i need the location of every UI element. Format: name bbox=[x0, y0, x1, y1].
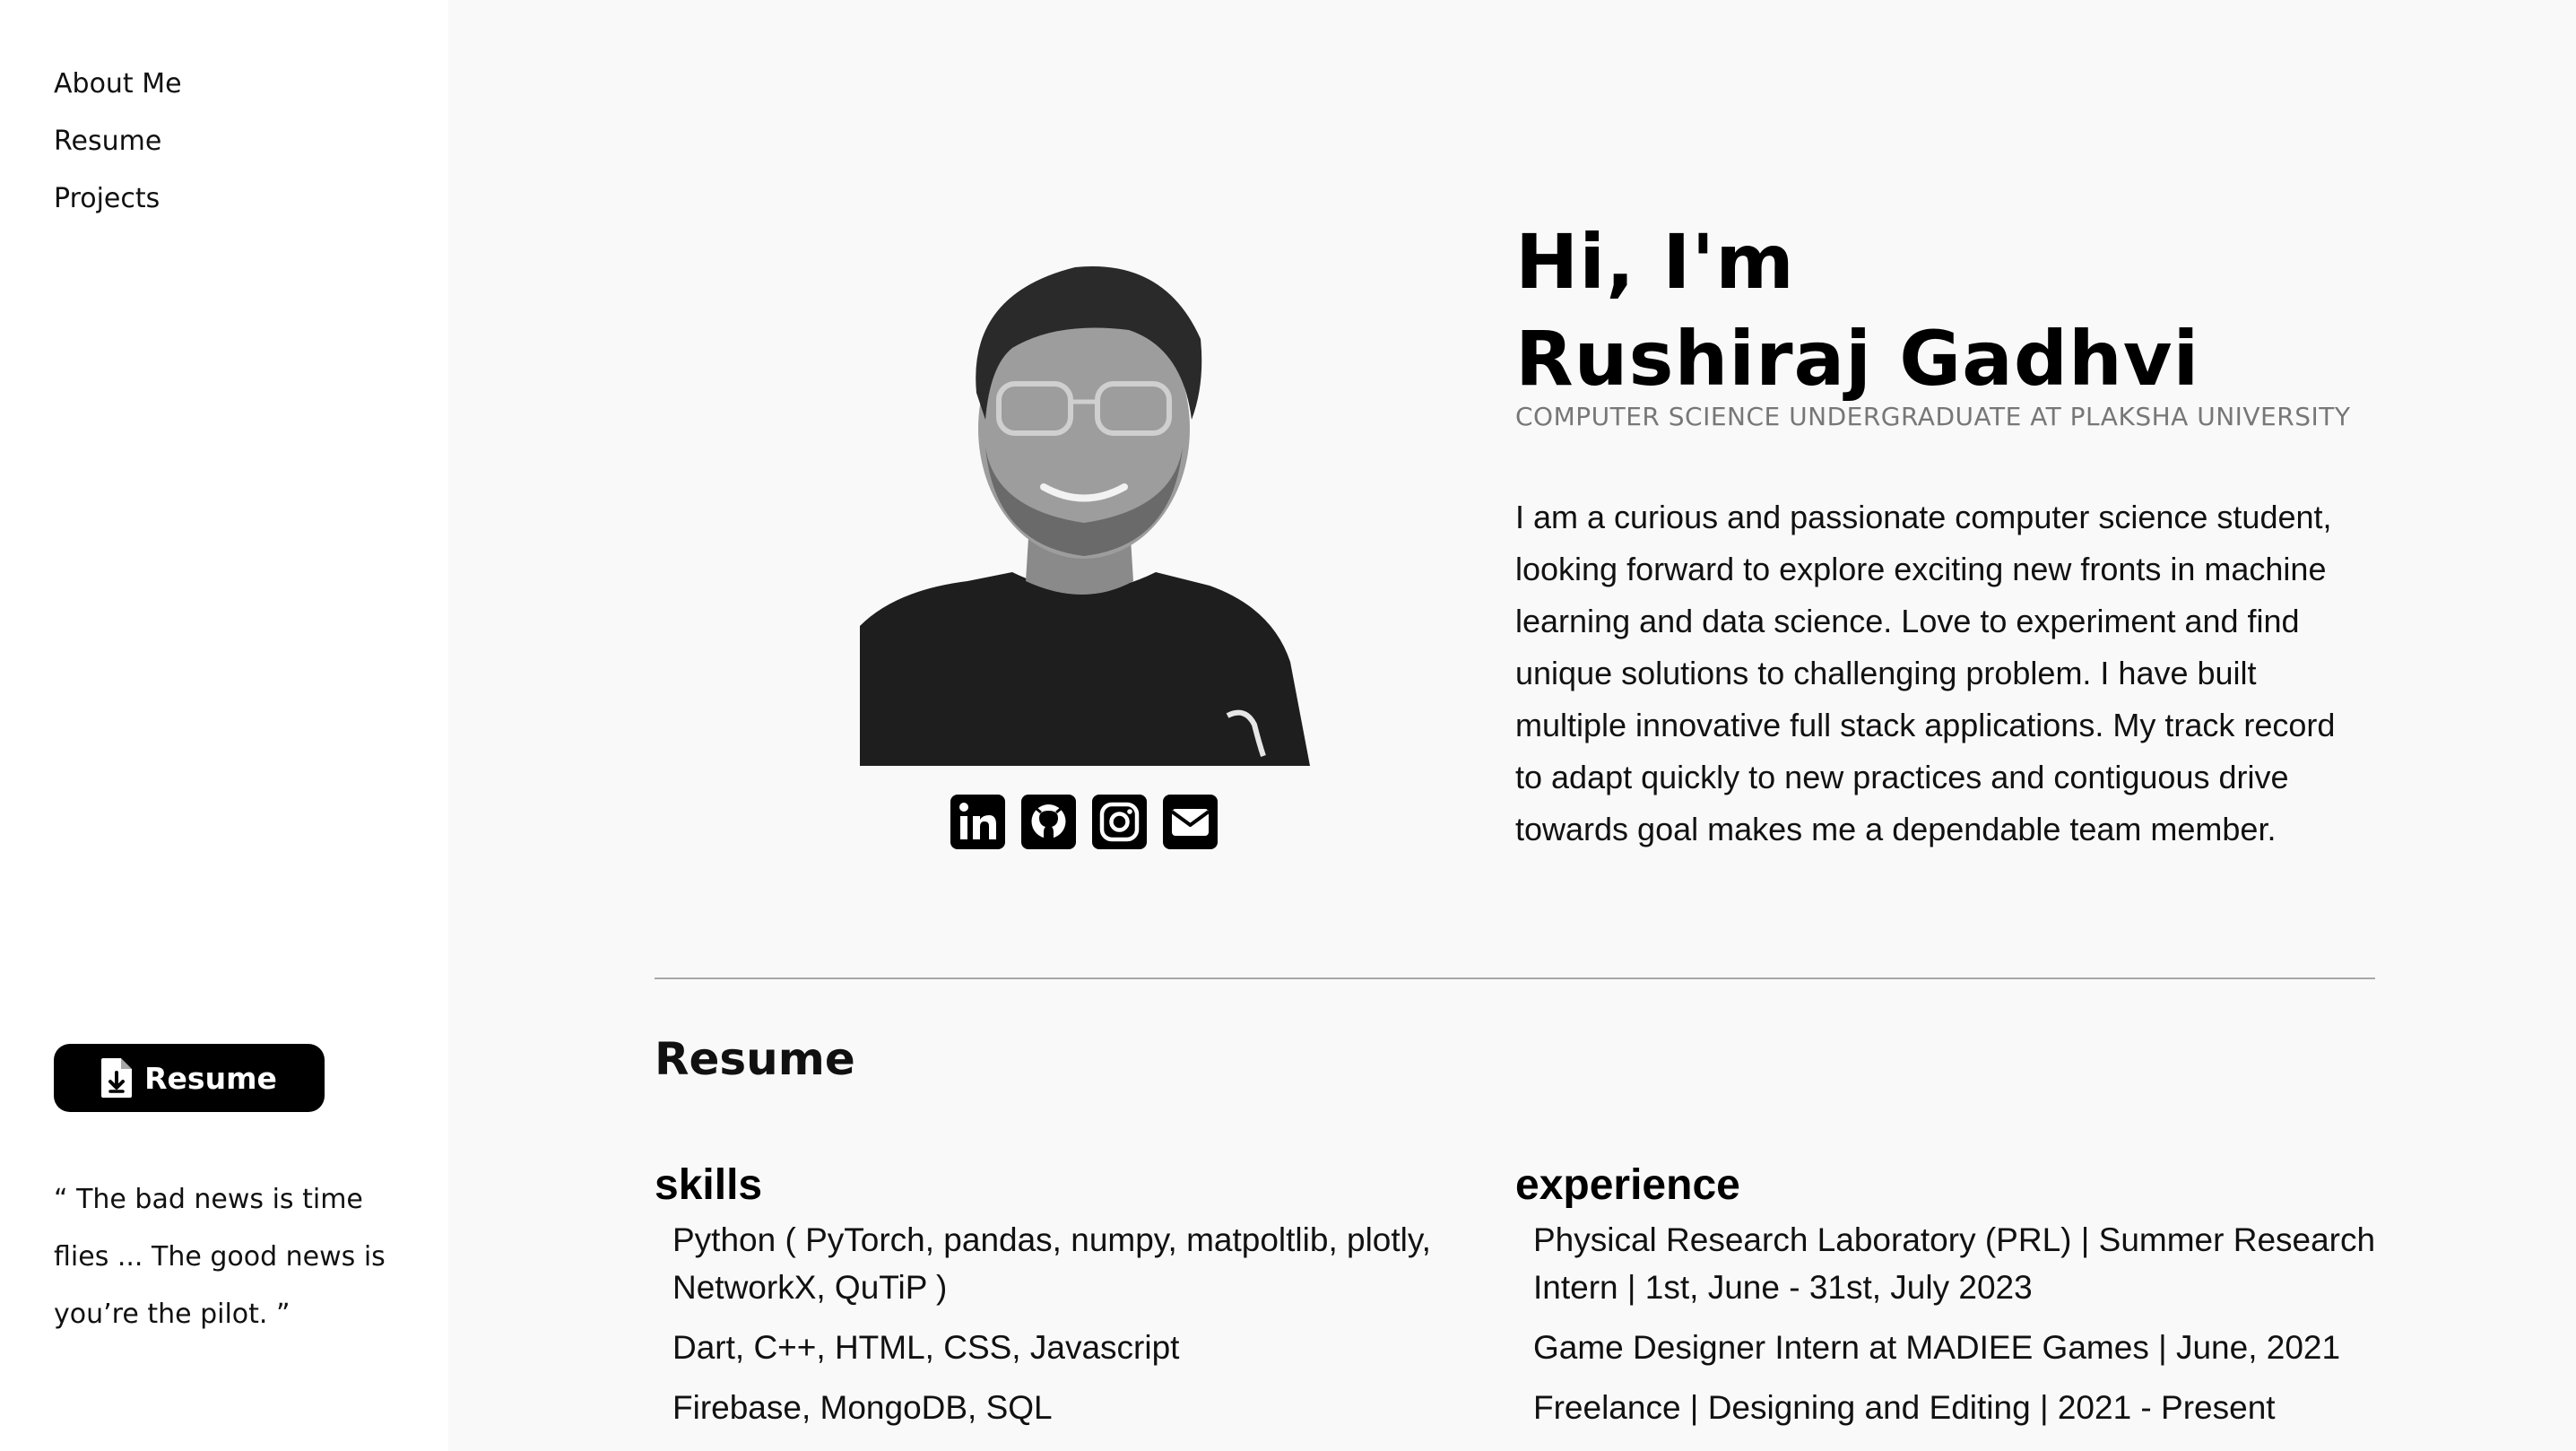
section-divider bbox=[655, 977, 2375, 979]
social-links bbox=[950, 795, 1218, 849]
file-download-icon bbox=[101, 1058, 133, 1098]
linkedin-icon[interactable] bbox=[950, 795, 1005, 849]
nav-item-about-me[interactable]: About Me bbox=[54, 56, 182, 113]
hero-subtitle: COMPUTER SCIENCE UNDERGRADUATE AT PLAKSH… bbox=[1515, 402, 2351, 431]
experience-column: experience Physical Research Laboratory … bbox=[1515, 1155, 2412, 1444]
list-item: Physical Research Laboratory (PRL) | Sum… bbox=[1533, 1221, 2376, 1306]
experience-list: Physical Research Laboratory (PRL) | Sum… bbox=[1515, 1216, 2412, 1431]
nav-item-projects[interactable]: Projects bbox=[54, 170, 182, 228]
skills-list: Python ( PyTorch, pandas, numpy, matpolt… bbox=[655, 1216, 1461, 1431]
skills-heading: skills bbox=[655, 1161, 763, 1209]
github-icon[interactable] bbox=[1021, 795, 1076, 849]
hero-bio: I am a curious and passionate computer s… bbox=[1515, 499, 2336, 847]
resume-download-button[interactable]: Resume bbox=[54, 1044, 325, 1112]
main-content: Hi, I'm Rushiraj Gadhvi COMPUTER SCIENCE… bbox=[448, 0, 2576, 1451]
sidebar: About Me Resume Projects Resume “ The ba… bbox=[0, 0, 448, 1451]
resume-button-label: Resume bbox=[144, 1060, 277, 1096]
list-item: Firebase, MongoDB, SQL bbox=[672, 1389, 1053, 1426]
list-item: Freelance | Designing and Editing | 2021… bbox=[1533, 1389, 2276, 1426]
skills-column: skills Python ( PyTorch, pandas, numpy, … bbox=[655, 1155, 1461, 1444]
list-item: Game Designer Intern at MADIEE Games | J… bbox=[1533, 1329, 2341, 1366]
email-icon[interactable] bbox=[1163, 795, 1218, 849]
hero-greeting: Hi, I'm bbox=[1515, 218, 1795, 306]
list-item: Dart, C++, HTML, CSS, Javascript bbox=[672, 1329, 1180, 1366]
experience-heading: experience bbox=[1515, 1161, 1740, 1209]
sidebar-quote: “ The bad news is time flies ... The goo… bbox=[54, 1184, 386, 1330]
nav-item-resume[interactable]: Resume bbox=[54, 113, 182, 170]
hero-name: Rushiraj Gadhvi bbox=[1515, 315, 2200, 403]
hero-heading: Hi, I'm Rushiraj Gadhvi bbox=[1515, 213, 2199, 407]
resume-section-title: Resume bbox=[655, 1033, 855, 1085]
instagram-icon[interactable] bbox=[1092, 795, 1147, 849]
list-item: Python ( PyTorch, pandas, numpy, matpolt… bbox=[672, 1221, 1431, 1306]
profile-photo bbox=[860, 240, 1310, 766]
sidebar-nav: About Me Resume Projects bbox=[54, 56, 182, 228]
